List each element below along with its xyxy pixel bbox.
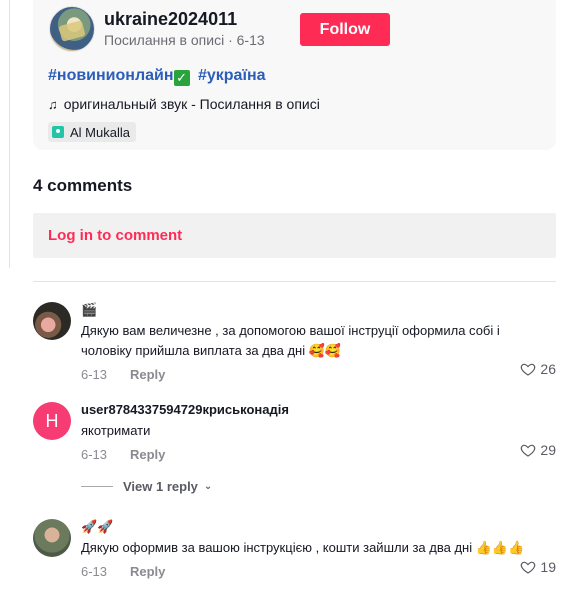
commenter-name[interactable]: 🚀🚀 [81, 519, 556, 535]
comment-text: Дякую вам величезне , за допомогою вашої… [81, 321, 556, 361]
comment-item: H user8784337594729криськонадія якотрима… [33, 402, 556, 464]
reply-line [81, 486, 113, 487]
reply-button[interactable]: Reply [130, 564, 165, 579]
reply-button[interactable]: Reply [130, 367, 165, 382]
comment-date: 6-13 [81, 563, 108, 579]
author-avatar[interactable] [49, 6, 95, 52]
comment-text-line: якотримати [81, 423, 151, 438]
commenter-avatar[interactable] [33, 519, 71, 557]
commenter-avatar[interactable]: H [33, 402, 71, 440]
like-count: 19 [540, 559, 556, 575]
commenter-name[interactable]: user8784337594729криськонадія [81, 402, 556, 418]
like-button[interactable]: 29 [520, 442, 556, 458]
comment-meta: 6-13 Reply [81, 562, 556, 580]
author-username[interactable]: ukraine2024011 [104, 9, 237, 30]
comment-item: 🚀🚀 Дякую оформив за вашою інструкцією , … [33, 519, 556, 581]
check-mark-icon: ✓ [173, 70, 190, 86]
divider [33, 281, 556, 282]
comment-text-line: Дякую вам величезне , за допомогою вашої… [81, 323, 500, 338]
comment-meta: 6-13 Reply [81, 365, 556, 383]
follow-button[interactable]: Follow [300, 13, 390, 46]
location-label: Al Mukalla [70, 124, 130, 140]
comment-text-line: Дякую оформив за вашою інструкцією , кош… [81, 540, 525, 555]
post-info-card: ukraine2024011 Посилання в описі · 6-13 … [33, 0, 556, 150]
commenter-avatar[interactable] [33, 302, 71, 340]
post-subline: Посилання в описі · 6-13 [104, 32, 265, 48]
view-replies-button[interactable]: View 1 reply ⌄ [81, 479, 212, 494]
comment-text: Дякую оформив за вашою інструкцією , кош… [81, 538, 556, 558]
login-prompt: Log in to comment [48, 227, 183, 244]
like-count: 26 [540, 361, 556, 377]
view-reply-label: View 1 reply [123, 479, 198, 494]
comment-text-line: чоловіку прийшла виплата за два дні 🥰🥰 [81, 343, 342, 358]
comment-meta: 6-13 Reply [81, 445, 556, 463]
comment-date: 6-13 [81, 366, 108, 382]
location-pin-icon [52, 126, 64, 138]
like-button[interactable]: 19 [520, 559, 556, 575]
chevron-down-icon: ⌄ [203, 481, 213, 492]
heart-icon [521, 444, 536, 457]
location-tag[interactable]: Al Mukalla [48, 122, 136, 142]
reply-button[interactable]: Reply [130, 447, 165, 462]
login-to-comment-button[interactable]: Log in to comment [33, 213, 556, 258]
sound-link[interactable]: ♫ оригинальный звук - Посилання в описі [48, 96, 320, 112]
like-count: 29 [540, 442, 556, 458]
hashtags: #новинионлайн ✓ #україна [48, 67, 266, 86]
music-note-icon: ♫ [48, 96, 58, 112]
commenter-name[interactable]: 🎬 [81, 302, 556, 318]
comment-text: якотримати [81, 421, 556, 441]
comment-item: 🎬 Дякую вам величезне , за допомогою ваш… [33, 302, 556, 382]
avatar-letter: H [45, 410, 59, 431]
sound-label: оригинальный звук - Посилання в описі [63, 96, 320, 112]
like-button[interactable]: 26 [520, 361, 556, 377]
comments-count: 4 comments [33, 176, 133, 195]
hashtag-link[interactable]: #новинионлайн [48, 67, 174, 85]
heart-icon [521, 561, 536, 574]
heart-icon [521, 363, 536, 376]
comment-date: 6-13 [81, 446, 108, 462]
left-divider [9, 0, 10, 268]
hashtag-link[interactable]: #україна [198, 67, 266, 85]
